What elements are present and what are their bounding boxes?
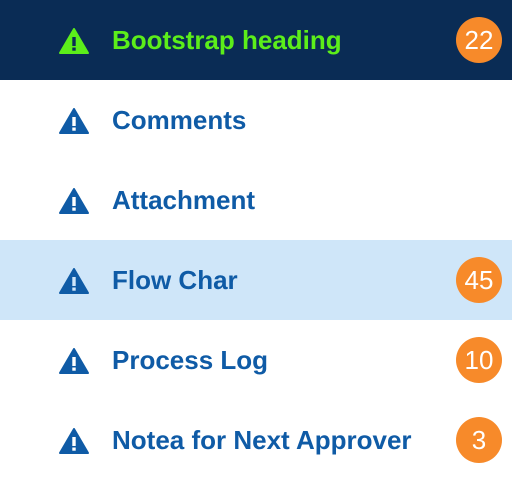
count-badge: 10 bbox=[456, 337, 502, 383]
menu-item-label: Process Log bbox=[112, 345, 269, 375]
menu-item-label: Comments bbox=[112, 105, 247, 135]
menu-item-label: Bootstrap heading bbox=[112, 25, 342, 55]
count-badge: 45 bbox=[456, 257, 502, 303]
menu-item-process-log[interactable]: Process Log 10 bbox=[0, 320, 512, 400]
warning-icon bbox=[58, 187, 90, 215]
warning-icon bbox=[58, 107, 90, 135]
side-menu: Bootstrap heading 22 Comments Attachment… bbox=[0, 0, 512, 480]
count-badge: 3 bbox=[456, 417, 502, 463]
menu-item-comments[interactable]: Comments bbox=[0, 80, 512, 160]
menu-item-label: Flow Char bbox=[112, 265, 238, 295]
warning-icon bbox=[58, 347, 90, 375]
count-badge: 22 bbox=[456, 17, 502, 63]
menu-item-flow-char[interactable]: Flow Char 45 bbox=[0, 240, 512, 320]
menu-item-label: Notea for Next Approver bbox=[112, 425, 412, 455]
warning-icon bbox=[58, 267, 90, 295]
menu-item-notes-for-next-approver[interactable]: Notea for Next Approver 3 bbox=[0, 400, 512, 480]
menu-item-label: Attachment bbox=[112, 185, 256, 215]
menu-item-bootstrap-heading[interactable]: Bootstrap heading 22 bbox=[0, 0, 512, 80]
warning-icon bbox=[58, 427, 90, 455]
warning-icon bbox=[58, 27, 90, 55]
menu-item-attachment[interactable]: Attachment bbox=[0, 160, 512, 240]
